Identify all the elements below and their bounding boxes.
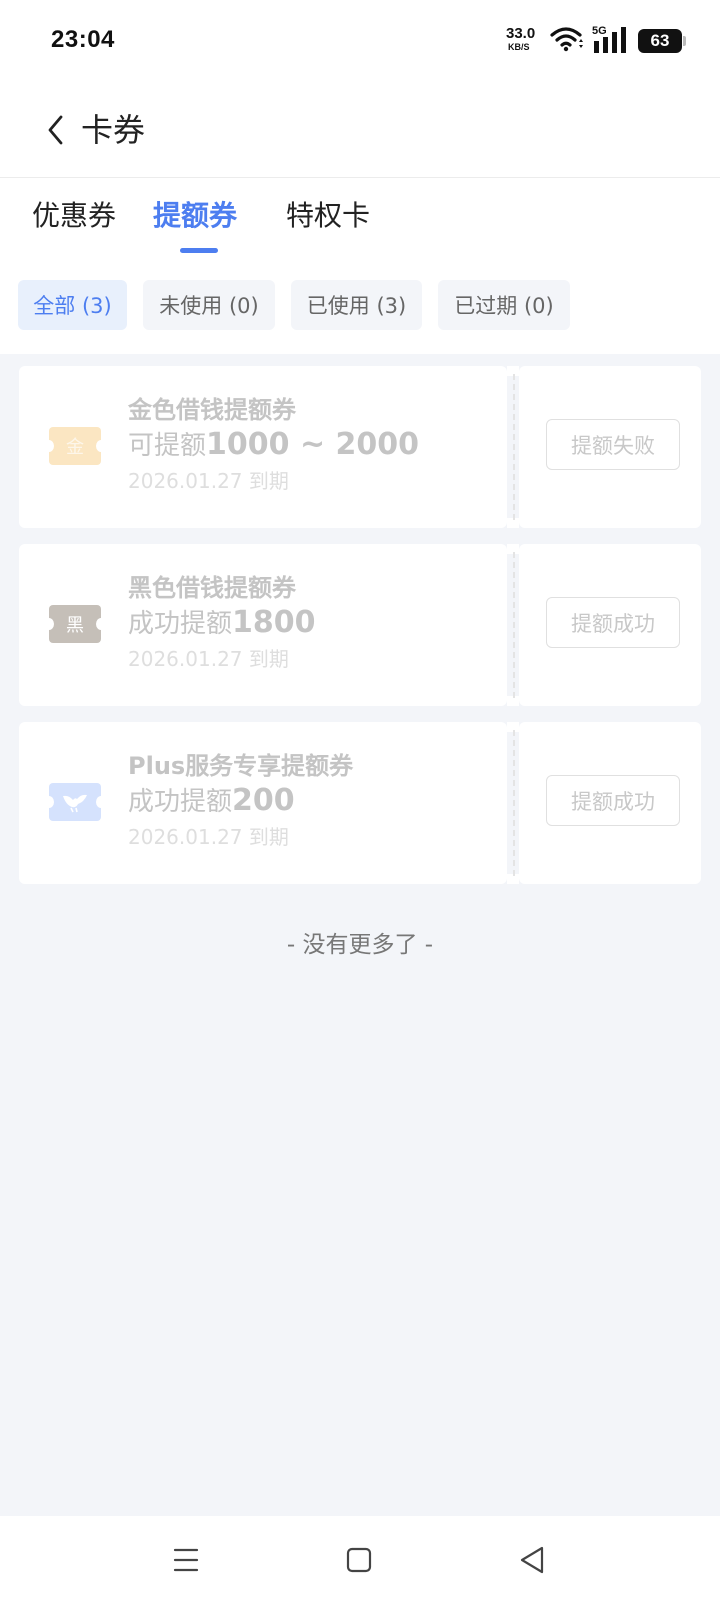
coupon-amount: 可提额1000 ~ 2000 <box>128 426 419 465</box>
coupon-side: 提额成功 <box>519 722 701 884</box>
header-bar: 卡券 <box>0 82 720 178</box>
perforation-divider <box>513 374 515 520</box>
menu-button[interactable] <box>164 1540 208 1580</box>
coupon-side: 提额成功 <box>519 544 701 706</box>
status-time: 23:04 <box>51 26 115 53</box>
filter-used[interactable]: 已使用 (3) <box>291 280 422 330</box>
tab-bar: 优惠券 提额券 特权卡 <box>0 178 720 258</box>
system-back-button[interactable] <box>510 1540 554 1580</box>
menu-icon <box>173 1548 199 1572</box>
coupon-status-button[interactable]: 提额失败 <box>546 419 680 470</box>
coupon-amount: 成功提额1800 <box>128 604 316 643</box>
coupon-card[interactable]: 黑 黑色借钱提额券 成功提额1800 2026.01.27 到期 提额成功 <box>19 544 701 706</box>
filter-bar: 全部 (3) 未使用 (0) 已使用 (3) 已过期 (0) <box>0 258 720 354</box>
filter-unused[interactable]: 未使用 (0) <box>143 280 275 330</box>
coupon-side: 提额失败 <box>519 366 701 528</box>
back-button[interactable] <box>36 108 76 152</box>
system-nav-bar <box>0 1516 720 1604</box>
coupon-badge-blue <box>44 783 106 821</box>
coupon-title: Plus服务专享提额券 <box>128 752 354 780</box>
perforation-divider <box>513 730 515 876</box>
coupon-main: 金 金色借钱提额券 可提额1000 ~ 2000 2026.01.27 到期 <box>19 366 507 528</box>
coupon-expiry: 2026.01.27 到期 <box>128 647 289 671</box>
amount-value: 200 <box>232 783 295 818</box>
coupon-badge-gold: 金 <box>44 427 106 465</box>
coupon-title: 金色借钱提额券 <box>128 396 296 424</box>
amount-value: 1800 <box>232 605 316 640</box>
coupon-amount: 成功提额200 <box>128 782 295 821</box>
coupon-status-button[interactable]: 提额成功 <box>546 775 680 826</box>
amount-prefix: 成功提额 <box>128 787 233 817</box>
coupon-status-button[interactable]: 提额成功 <box>546 597 680 648</box>
coupon-expiry: 2026.01.27 到期 <box>128 825 289 849</box>
filter-expired[interactable]: 已过期 (0) <box>438 280 570 330</box>
coupon-card[interactable]: Plus服务专享提额券 成功提额200 2026.01.27 到期 提额成功 <box>19 722 701 884</box>
back-triangle-icon <box>520 1546 544 1574</box>
perforation-divider <box>513 552 515 698</box>
coupon-badge-black: 黑 <box>44 605 106 643</box>
filter-all[interactable]: 全部 (3) <box>18 280 127 330</box>
end-of-list-text: - 没有更多了 - <box>286 932 434 958</box>
signal-icon: 5G <box>592 25 630 55</box>
tab-coupons[interactable]: 优惠券 <box>32 196 116 236</box>
tab-privilege-cards[interactable]: 特权卡 <box>286 196 370 236</box>
coupon-main: 黑 黑色借钱提额券 成功提额1800 2026.01.27 到期 <box>19 544 507 706</box>
net-speed: 33.0 KB/S <box>504 26 542 56</box>
net-speed-unit: KB/S <box>508 42 530 52</box>
amount-prefix: 成功提额 <box>128 609 233 639</box>
home-button[interactable] <box>337 1540 381 1580</box>
chevron-left-icon <box>48 115 63 145</box>
status-bar: 23:04 33.0 KB/S 5G 63 <box>0 0 720 82</box>
wifi-icon <box>550 26 584 56</box>
amount-value: 1000 ~ 2000 <box>206 427 420 462</box>
battery-icon: 63 <box>638 29 686 53</box>
coupon-title: 黑色借钱提额券 <box>128 574 296 602</box>
coupon-card[interactable]: 金 金色借钱提额券 可提额1000 ~ 2000 2026.01.27 到期 提… <box>19 366 701 528</box>
tab-limit-coupons[interactable]: 提额券 <box>153 196 237 236</box>
battery-level: 63 <box>650 31 670 50</box>
status-icons: 33.0 KB/S 5G 63 <box>504 25 686 56</box>
home-icon <box>346 1547 372 1573</box>
bird-icon <box>63 794 87 813</box>
page-title: 卡券 <box>81 111 146 149</box>
amount-prefix: 可提额 <box>128 431 207 461</box>
coupon-expiry: 2026.01.27 到期 <box>128 469 289 493</box>
coupon-main: Plus服务专享提额券 成功提额200 2026.01.27 到期 <box>19 722 507 884</box>
active-tab-indicator <box>180 248 218 253</box>
net-speed-value: 33.0 <box>506 25 536 42</box>
